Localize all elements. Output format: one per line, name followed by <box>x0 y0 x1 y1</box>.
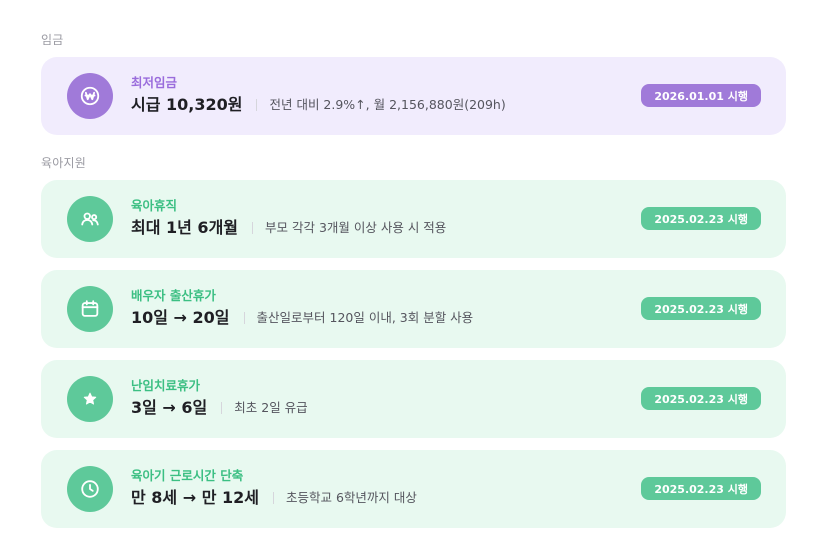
divider <box>252 222 254 234</box>
effective-date-badge: 2025.02.23 시행 <box>641 387 761 410</box>
card-minimum-wage[interactable]: 최저임금 시급 10,320원 전년 대비 2.9%↑, 월 2,156,880… <box>41 57 786 135</box>
card-label: 배우자 출산휴가 <box>131 288 216 303</box>
card-description: 출산일로부터 120일 이내, 3회 분할 사용 <box>256 310 474 325</box>
effective-date-badge: 2025.02.23 시행 <box>641 297 761 320</box>
card-reduced-hours[interactable]: 육아기 근로시간 단축 만 8세 → 만 12세 초등학교 6학년까지 대상 2… <box>41 450 786 528</box>
divider <box>243 312 245 324</box>
card-description: 전년 대비 2.9%↑, 월 2,156,880원(209h) <box>269 97 506 112</box>
effective-date-badge: 2025.02.23 시행 <box>641 207 761 230</box>
people-icon <box>67 196 113 242</box>
card-label: 난임치료휴가 <box>131 378 201 393</box>
section-title-wage: 임금 <box>41 33 64 47</box>
card-spouse-leave[interactable]: 배우자 출산휴가 10일 → 20일 출산일로부터 120일 이내, 3회 분할… <box>41 270 786 348</box>
clock-icon <box>67 466 113 512</box>
divider <box>272 492 274 504</box>
effective-date-badge: 2025.02.23 시행 <box>641 477 761 500</box>
effective-date-badge: 2026.01.01 시행 <box>641 84 761 107</box>
card-label: 최저임금 <box>131 75 178 90</box>
card-description: 초등학교 6학년까지 대상 <box>285 490 417 505</box>
divider <box>221 402 223 414</box>
won-icon <box>67 73 113 119</box>
card-headline: 시급 10,320원 <box>131 95 243 114</box>
calendar-icon <box>67 286 113 332</box>
star-icon <box>67 376 113 422</box>
card-description: 최초 2일 유급 <box>234 400 308 415</box>
card-headline: 만 8세 → 만 12세 <box>131 488 259 507</box>
policy-summary: 임금 최저임금 시급 10,320원 전년 대비 2.9%↑, 월 2,156,… <box>0 0 828 557</box>
card-description: 부모 각각 3개월 이상 사용 시 적용 <box>265 220 447 235</box>
card-headline: 3일 → 6일 <box>131 398 208 417</box>
card-infertility-leave[interactable]: 난임치료휴가 3일 → 6일 최초 2일 유급 2025.02.23 시행 <box>41 360 786 438</box>
card-headline: 10일 → 20일 <box>131 308 230 327</box>
card-headline: 최대 1년 6개월 <box>131 218 239 237</box>
section-title-childcare: 육아지원 <box>41 156 86 170</box>
card-label: 육아휴직 <box>131 198 178 213</box>
divider <box>256 99 258 111</box>
card-parental-leave[interactable]: 육아휴직 최대 1년 6개월 부모 각각 3개월 이상 사용 시 적용 2025… <box>41 180 786 258</box>
card-label: 육아기 근로시간 단축 <box>131 468 244 483</box>
